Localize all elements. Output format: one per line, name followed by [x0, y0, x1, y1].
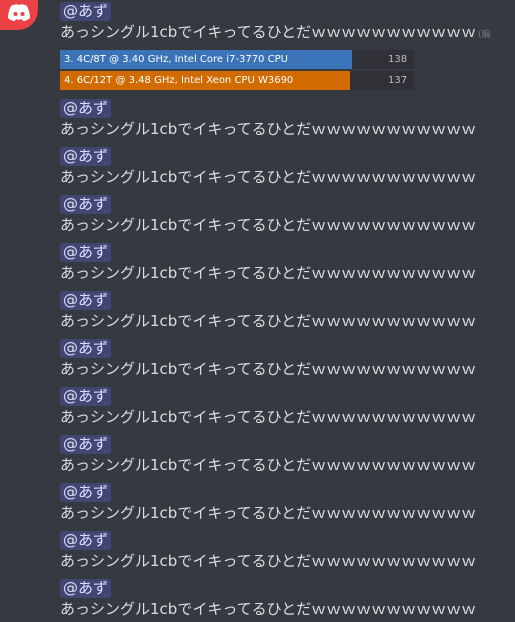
mention-tag[interactable]: @あず [60, 99, 112, 118]
message-block: @あずあっシングル1cbでイキってるひとだｗｗｗｗｗｗｗｗｗｗｗ [60, 431, 515, 479]
message-body: あっシングル1cbでイキってるひとだｗｗｗｗｗｗｗｗｗｗｗ [60, 23, 477, 41]
message-text: あっシングル1cbでイキってるひとだｗｗｗｗｗｗｗｗｗｗｗ [60, 552, 477, 570]
benchmark-row: 4. 6C/12T @ 3.48 GHz, Intel Xeon CPU W36… [60, 71, 420, 90]
message-text: あっシングル1cbでイキってるひとだｗｗｗｗｗｗｗｗｗｗｗ [60, 264, 477, 282]
benchmark-bar: 4. 6C/12T @ 3.48 GHz, Intel Xeon CPU W36… [60, 71, 350, 90]
message-block: @あずあっシングル1cbでイキってるひとだｗｗｗｗｗｗｗｗｗｗｗ [60, 575, 515, 622]
mention-tag[interactable]: @あず [60, 291, 112, 310]
chat-view: @あず あっシングル1cbでイキってるひとだｗｗｗｗｗｗｗｗｗｗｗ (編 3. 4… [0, 0, 515, 622]
mention-tag[interactable]: @あず [60, 579, 112, 598]
message-list: @あず あっシングル1cbでイキってるひとだｗｗｗｗｗｗｗｗｗｗｗ (編 3. 4… [60, 0, 515, 622]
avatar[interactable] [0, 0, 38, 30]
benchmark-row: 3. 4C/8T @ 3.40 GHz, Intel Core i7-3770 … [60, 50, 420, 69]
mention-tag[interactable]: @あず [60, 483, 112, 502]
message-block: @あずあっシングル1cbでイキってるひとだｗｗｗｗｗｗｗｗｗｗｗ [60, 239, 515, 287]
benchmark-score: 137 [388, 75, 408, 86]
mention-tag[interactable]: @あず [60, 435, 112, 454]
mention-tag[interactable]: @あず [60, 387, 112, 406]
message-text: あっシングル1cbでイキってるひとだｗｗｗｗｗｗｗｗｗｗｗ [60, 600, 477, 618]
first-message: @あず あっシングル1cbでイキってるひとだｗｗｗｗｗｗｗｗｗｗｗ (編 3. 4… [60, 0, 515, 90]
benchmark-score: 138 [388, 54, 408, 65]
message-text: あっシングル1cbでイキってるひとだｗｗｗｗｗｗｗｗｗｗｗ (編 [60, 21, 515, 46]
benchmark-chart: 3. 4C/8T @ 3.40 GHz, Intel Core i7-3770 … [60, 50, 420, 90]
message-block: @あずあっシングル1cbでイキってるひとだｗｗｗｗｗｗｗｗｗｗｗ [60, 335, 515, 383]
mention-tag[interactable]: @あず [60, 339, 112, 358]
message-block: @あずあっシングル1cbでイキってるひとだｗｗｗｗｗｗｗｗｗｗｗ [60, 95, 515, 143]
message-block: @あずあっシングル1cbでイキってるひとだｗｗｗｗｗｗｗｗｗｗｗ [60, 191, 515, 239]
message-text: あっシングル1cbでイキってるひとだｗｗｗｗｗｗｗｗｗｗｗ [60, 120, 477, 138]
message-text: あっシングル1cbでイキってるひとだｗｗｗｗｗｗｗｗｗｗｗ [60, 360, 477, 378]
message-text: あっシングル1cbでイキってるひとだｗｗｗｗｗｗｗｗｗｗｗ [60, 168, 477, 186]
message-text: あっシングル1cbでイキってるひとだｗｗｗｗｗｗｗｗｗｗｗ [60, 456, 477, 474]
message-block: @あずあっシングル1cbでイキってるひとだｗｗｗｗｗｗｗｗｗｗｗ [60, 383, 515, 431]
message-text: あっシングル1cbでイキってるひとだｗｗｗｗｗｗｗｗｗｗｗ [60, 408, 477, 426]
message-text: あっシングル1cbでイキってるひとだｗｗｗｗｗｗｗｗｗｗｗ [60, 312, 477, 330]
message-block: @あずあっシングル1cbでイキってるひとだｗｗｗｗｗｗｗｗｗｗｗ [60, 479, 515, 527]
mention-tag[interactable]: @あず [60, 147, 112, 166]
message-block: @あずあっシングル1cbでイキってるひとだｗｗｗｗｗｗｗｗｗｗｗ [60, 527, 515, 575]
edited-label: (編 [478, 30, 491, 40]
message-block: @あずあっシングル1cbでイキってるひとだｗｗｗｗｗｗｗｗｗｗｗ [60, 287, 515, 335]
repeated-messages: @あず あっシングル1cbでイキってるひとだｗｗｗｗｗｗｗｗｗｗｗ @あず あっシング… [60, 95, 515, 622]
message-text: あっシングル1cbでイキってるひとだｗｗｗｗｗｗｗｗｗｗｗ [60, 504, 477, 522]
mention-tag[interactable]: @あず [60, 531, 112, 550]
mention-tag[interactable]: @あず [60, 243, 112, 262]
benchmark-bar: 3. 4C/8T @ 3.40 GHz, Intel Core i7-3770 … [60, 50, 352, 69]
mention-tag[interactable]: @あず [60, 195, 112, 214]
message-text: あっシングル1cbでイキってるひとだｗｗｗｗｗｗｗｗｗｗｗ [60, 216, 477, 234]
discord-icon [8, 4, 30, 22]
message-block: @あずあっシングル1cbでイキってるひとだｗｗｗｗｗｗｗｗｗｗｗ [60, 143, 515, 191]
mention-tag[interactable]: @あず [60, 2, 112, 21]
